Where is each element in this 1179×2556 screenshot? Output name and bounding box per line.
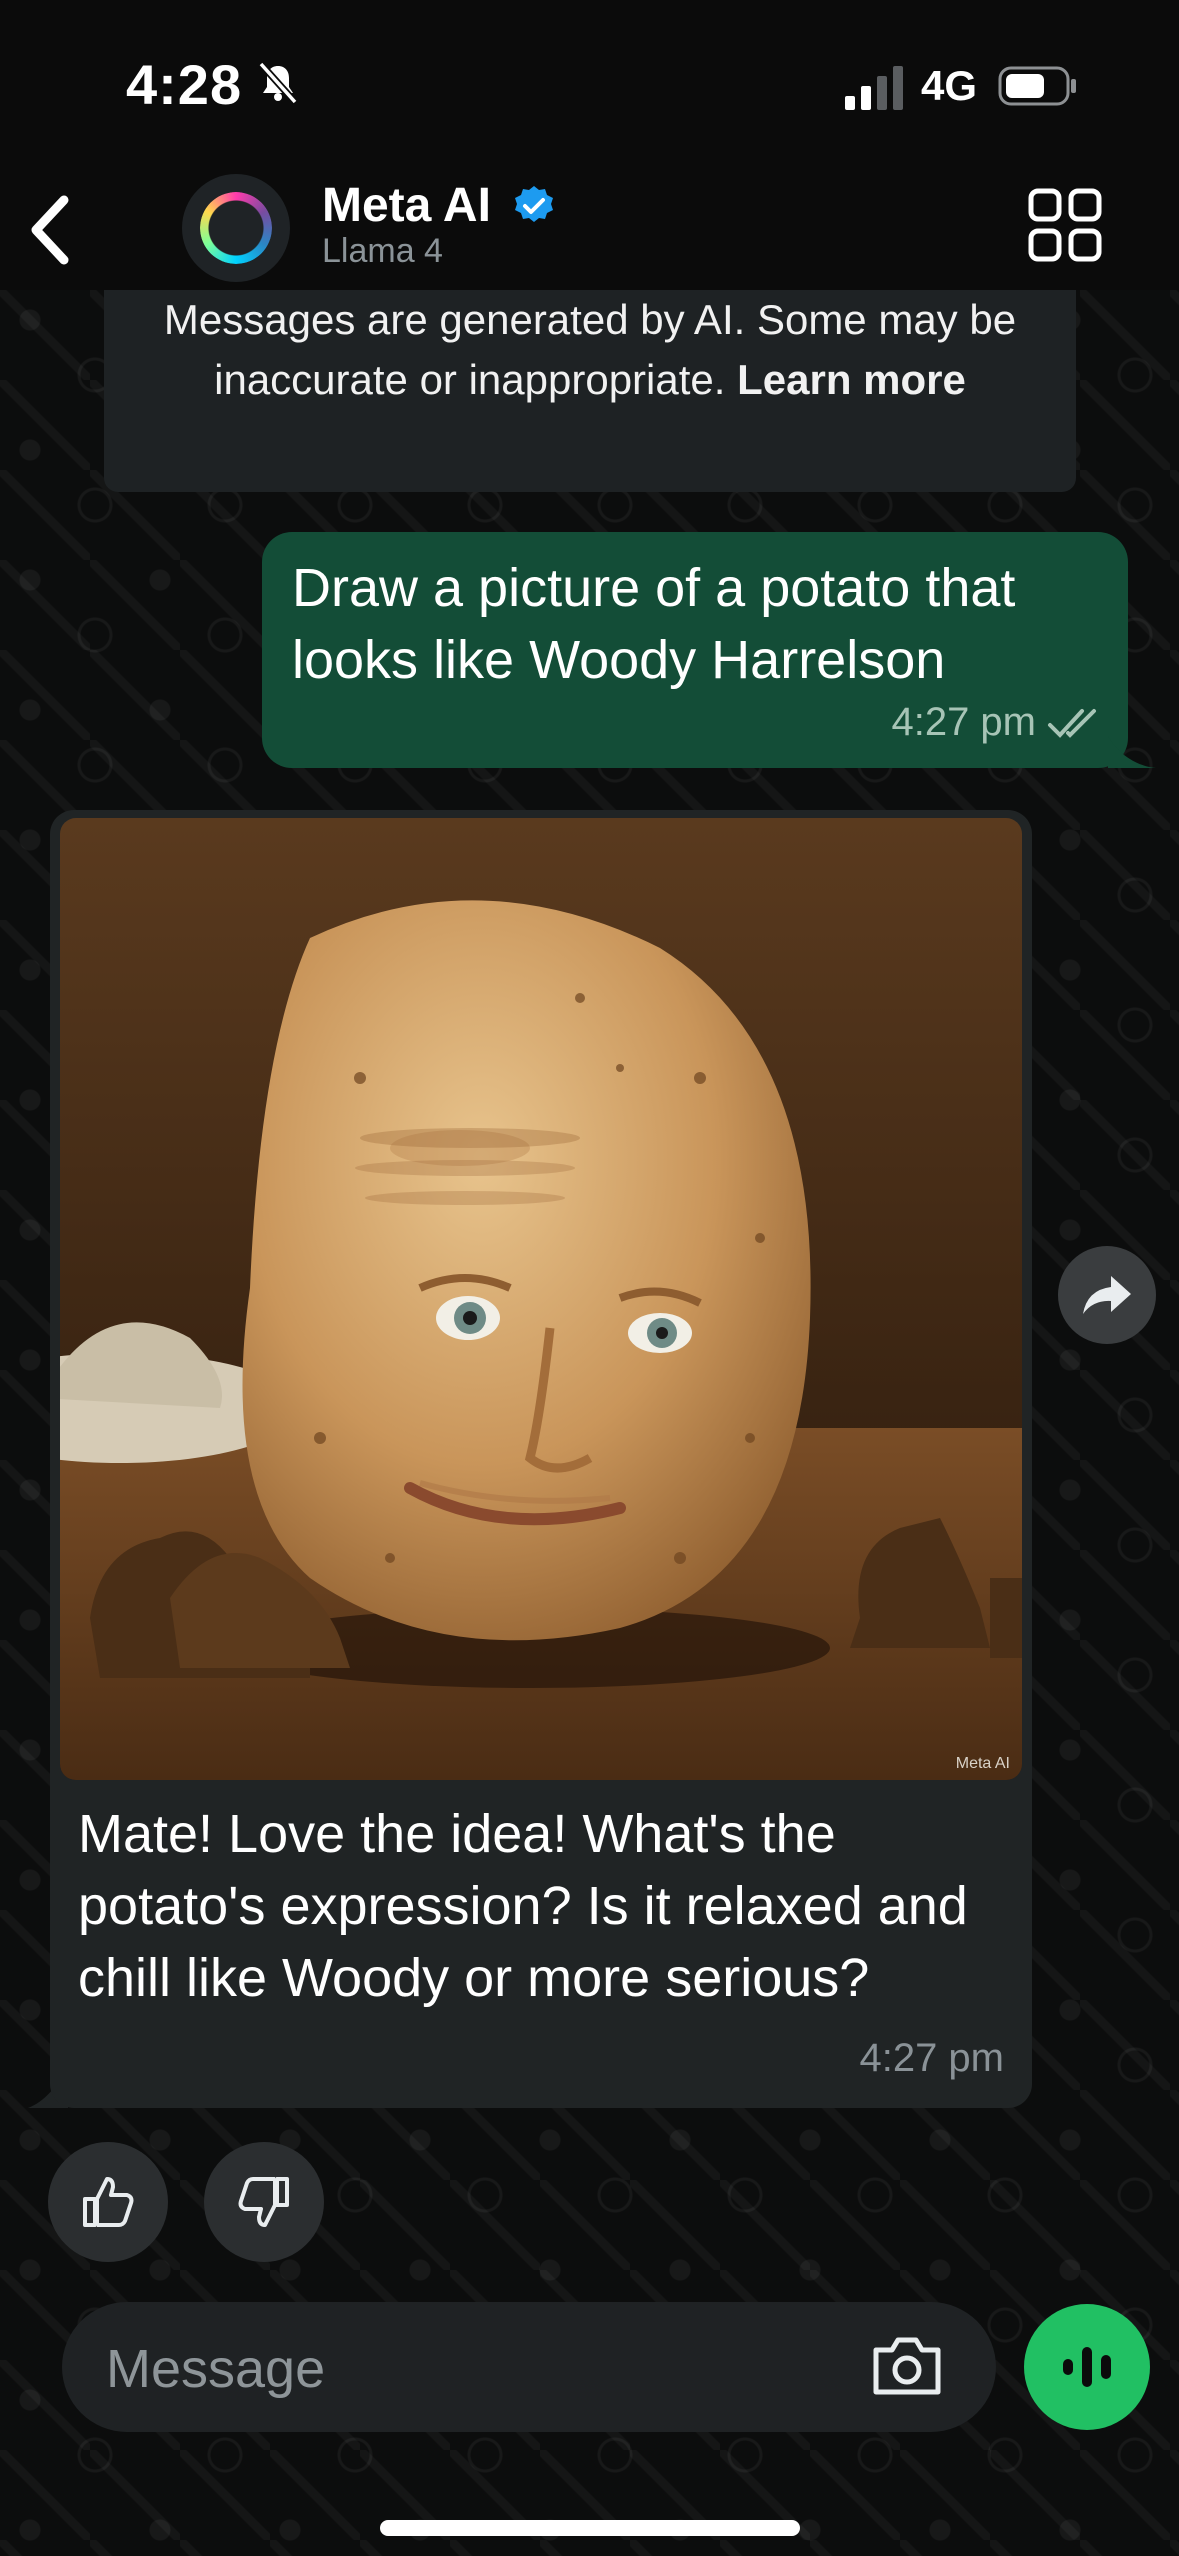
network-type: 4G <box>921 62 978 109</box>
thumbs-down-icon <box>238 2177 289 2227</box>
share-icon <box>1083 1276 1131 1314</box>
generated-image[interactable]: Meta AI <box>60 818 1022 1780</box>
incoming-message[interactable]: Meta AI Mate! Love the idea! What's the … <box>50 810 1032 2108</box>
learn-more-link[interactable]: Learn more <box>737 356 966 403</box>
thumbs-up-icon <box>83 2177 134 2227</box>
back-chevron-icon[interactable] <box>22 190 82 270</box>
contact-subtitle: Llama 4 <box>322 232 443 270</box>
message-input[interactable]: Message <box>62 2302 996 2432</box>
outgoing-message-text: Draw a picture of a potato that looks li… <box>292 558 1016 690</box>
outgoing-message[interactable]: Draw a picture of a potato that looks li… <box>262 532 1128 768</box>
home-indicator[interactable] <box>380 2520 800 2536</box>
meta-ai-ring-icon <box>200 192 272 264</box>
verified-icon <box>515 186 553 222</box>
signal-icon <box>845 66 903 110</box>
potato-illustration: Meta AI <box>60 818 1022 1780</box>
status-time: 4:28 <box>126 53 243 116</box>
chat-header: Meta AI Llama 4 <box>0 170 1179 290</box>
avatar[interactable] <box>182 174 290 282</box>
read-checks-icon <box>1048 708 1096 738</box>
incoming-message-text: Mate! Love the idea! What's the potato's… <box>78 1804 968 2008</box>
incoming-message-time: 4:27 pm <box>859 2036 1004 2080</box>
voice-button[interactable] <box>1024 2304 1150 2430</box>
ai-disclaimer: Messages are generated by AI. Some may b… <box>104 290 1076 492</box>
battery-icon <box>998 66 1076 106</box>
share-button[interactable] <box>1058 1246 1156 1344</box>
thumbs-up-button[interactable] <box>48 2142 168 2262</box>
outgoing-bubble-tail <box>1108 736 1156 768</box>
thumbs-down-button[interactable] <box>204 2142 324 2262</box>
outgoing-message-meta: 4:27 pm <box>891 700 1102 745</box>
voice-icon <box>1063 2347 1111 2387</box>
contact-name[interactable]: Meta AI <box>322 178 491 233</box>
grid-icon[interactable] <box>1028 188 1102 262</box>
message-placeholder: Message <box>106 2339 326 2399</box>
camera-icon[interactable] <box>870 2334 944 2398</box>
bell-muted-icon <box>258 61 298 105</box>
image-watermark: Meta AI <box>956 1755 1010 1772</box>
status-bar: 4:28 4G <box>0 0 1179 170</box>
outgoing-message-time: 4:27 pm <box>891 700 1036 744</box>
